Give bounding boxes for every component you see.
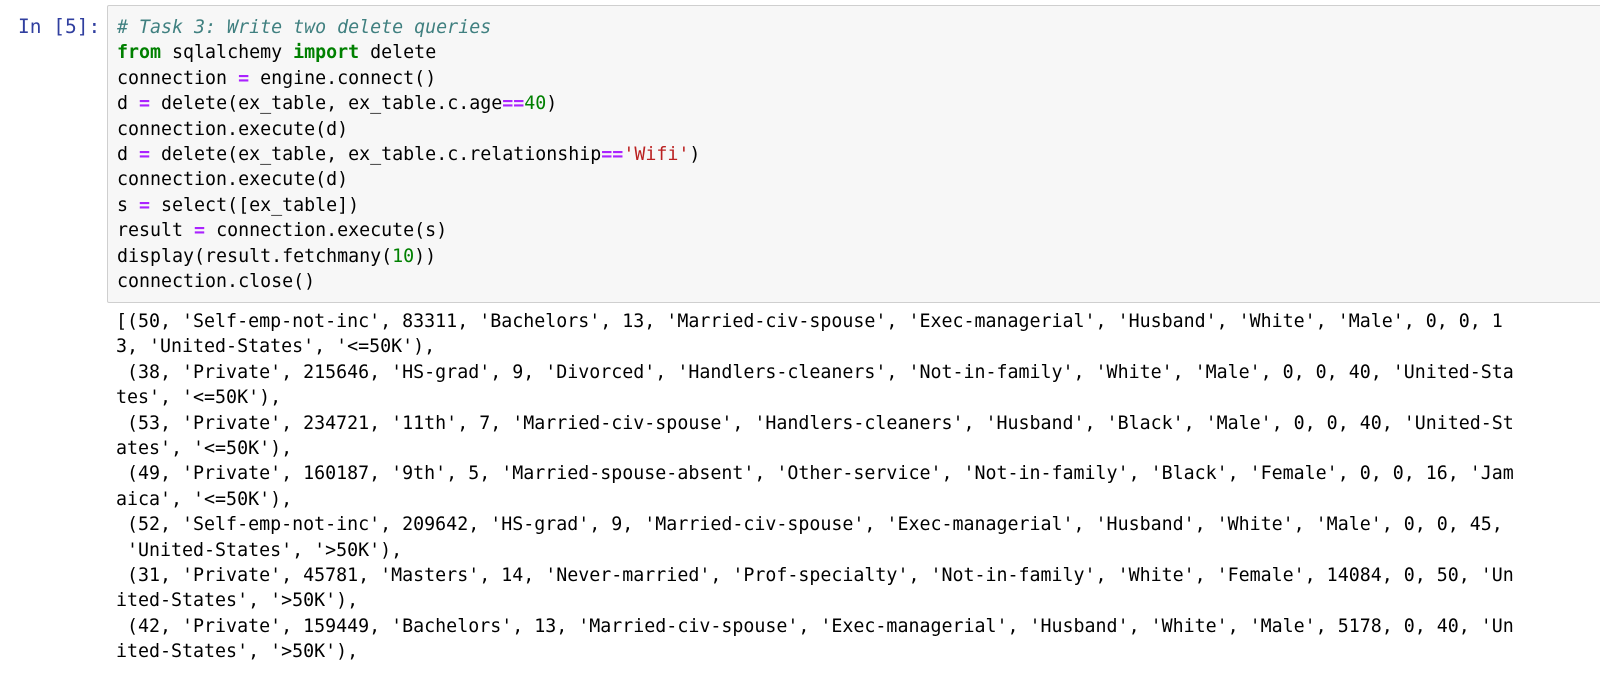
code-token: 'Wifi' — [623, 143, 690, 165]
code-token: display(result.fetchmany( — [117, 245, 393, 267]
code-token: delete — [359, 42, 437, 64]
code-line: connection = engine.connect() — [117, 66, 700, 91]
code-token: result — [117, 220, 195, 242]
code-line: d = delete(ex_table, ex_table.c.relation… — [117, 142, 700, 167]
code-token: = — [139, 143, 151, 165]
output-line: (38, 'Private', 215646, 'HS-grad', 9, 'D… — [116, 361, 1514, 383]
code-token: ) — [546, 93, 558, 115]
code-line: d = delete(ex_table, ex_table.c.age==40) — [117, 91, 700, 116]
code-token: select([ex_table]) — [150, 194, 360, 216]
output-line: (49, 'Private', 160187, '9th', 5, 'Marri… — [116, 463, 1514, 485]
code-token: import — [293, 42, 360, 64]
output-line: ited-States', '>50K'), — [116, 641, 359, 663]
code-token: s — [117, 194, 140, 216]
code-line: connection.execute(d) — [117, 117, 700, 142]
code-token: == — [502, 93, 525, 115]
code-token: 10 — [392, 245, 415, 267]
code-token: ) — [689, 143, 701, 165]
code-token: delete(ex_table, ex_table.c.relationship — [150, 143, 602, 165]
code-token: connection.execute(d) — [117, 169, 349, 191]
code-token: = — [194, 220, 206, 242]
code-token: connection.execute(s) — [205, 220, 448, 242]
code-block[interactable]: # Task 3: Write two delete queries from s… — [117, 15, 700, 294]
input-prompt: In [5]: — [18, 15, 101, 38]
code-line: # Task 3: Write two delete queries — [117, 15, 700, 40]
notebook-code-cell[interactable]: In [5]: # Task 3: Write two delete queri… — [0, 0, 1600, 674]
code-editor[interactable]: # Task 3: Write two delete queries from s… — [107, 5, 1600, 303]
code-token: )) — [414, 245, 437, 267]
code-token: delete(ex_table, ex_table.c.age — [150, 93, 503, 115]
code-token: engine.connect() — [249, 67, 437, 89]
code-token: connection.close() — [117, 270, 316, 292]
code-line: result = connection.execute(s) — [117, 218, 700, 243]
code-token: sqlalchemy — [161, 42, 294, 64]
output-line: (52, 'Self-emp-not-inc', 209642, 'HS-gra… — [116, 514, 1503, 536]
output-line: (31, 'Private', 45781, 'Masters', 14, 'N… — [116, 564, 1514, 586]
code-token: d — [117, 143, 140, 165]
output-line: (42, 'Private', 159449, 'Bachelors', 13,… — [116, 615, 1514, 637]
output-line: 'United-States', '>50K'), — [116, 539, 403, 561]
output-line: aica', '<=50K'), — [116, 488, 293, 510]
code-line: connection.close() — [117, 269, 700, 294]
output-line: [(50, 'Self-emp-not-inc', 83311, 'Bachel… — [116, 311, 1503, 332]
output-line: (53, 'Private', 234721, '11th', 7, 'Marr… — [116, 412, 1514, 434]
code-token: == — [601, 143, 624, 165]
code-token: connection.execute(d) — [117, 118, 349, 140]
output-line: ates', '<=50K'), — [116, 437, 293, 459]
code-line: s = select([ex_table]) — [117, 193, 700, 218]
code-line: from sqlalchemy import delete — [117, 40, 700, 65]
output-line: tes', '<=50K'), — [116, 387, 282, 409]
code-token: connection — [117, 67, 239, 89]
code-token: from — [117, 42, 162, 64]
output-line: ited-States', '>50K'), — [116, 590, 359, 612]
code-token: 40 — [524, 93, 547, 115]
code-token: = — [139, 93, 151, 115]
code-token: = — [238, 67, 250, 89]
output-line: 3, 'United-States', '<=50K'), — [116, 336, 436, 358]
cell-output: [(50, 'Self-emp-not-inc', 83311, 'Bachel… — [116, 309, 1562, 664]
code-token: = — [139, 194, 151, 216]
code-token: d — [117, 93, 140, 115]
code-line: display(result.fetchmany(10)) — [117, 244, 700, 269]
code-line: connection.execute(d) — [117, 167, 700, 192]
code-token: # Task 3: Write two delete queries — [117, 17, 492, 38]
